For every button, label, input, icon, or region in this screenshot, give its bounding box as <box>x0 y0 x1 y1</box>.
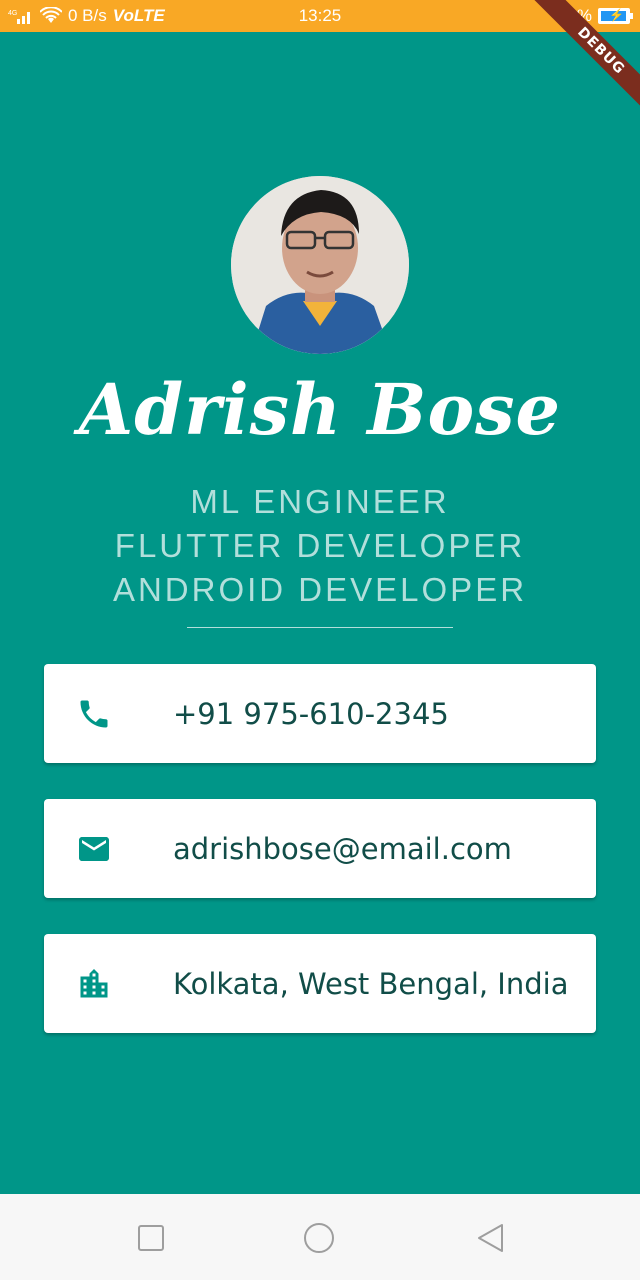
role-flutter-developer: FLUTTER DEVELOPER <box>114 527 526 564</box>
divider <box>187 627 453 628</box>
role-android-developer: ANDROID DEVELOPER <box>112 571 528 608</box>
home-icon[interactable] <box>303 1222 335 1254</box>
recent-apps-icon[interactable] <box>135 1222 167 1254</box>
email-card[interactable]: adrishbose@email.com <box>44 799 596 898</box>
phone-card[interactable]: +91 975-610-2345 <box>44 664 596 763</box>
location-card[interactable]: Kolkata, West Bengal, India <box>44 934 596 1033</box>
role-ml-engineer: ML ENGINEER <box>190 483 450 520</box>
location-city-icon <box>80 968 108 997</box>
email-icon <box>79 836 109 861</box>
email-address: adrishbose@email.com <box>173 831 512 866</box>
profile-photo <box>231 176 409 354</box>
phone-icon <box>80 700 108 727</box>
profile-roles: ML ENGINEER FLUTTER DEVELOPER ANDROID DE… <box>0 480 640 612</box>
phone-number: +91 975-610-2345 <box>173 696 449 731</box>
back-icon[interactable] <box>474 1222 506 1254</box>
navigation-bar <box>0 1194 640 1280</box>
location-text: Kolkata, West Bengal, India <box>173 966 569 1001</box>
battery-icon: ⚡ <box>598 8 633 24</box>
avatar <box>231 176 409 354</box>
profile-name: Adrish Bose <box>78 368 562 451</box>
